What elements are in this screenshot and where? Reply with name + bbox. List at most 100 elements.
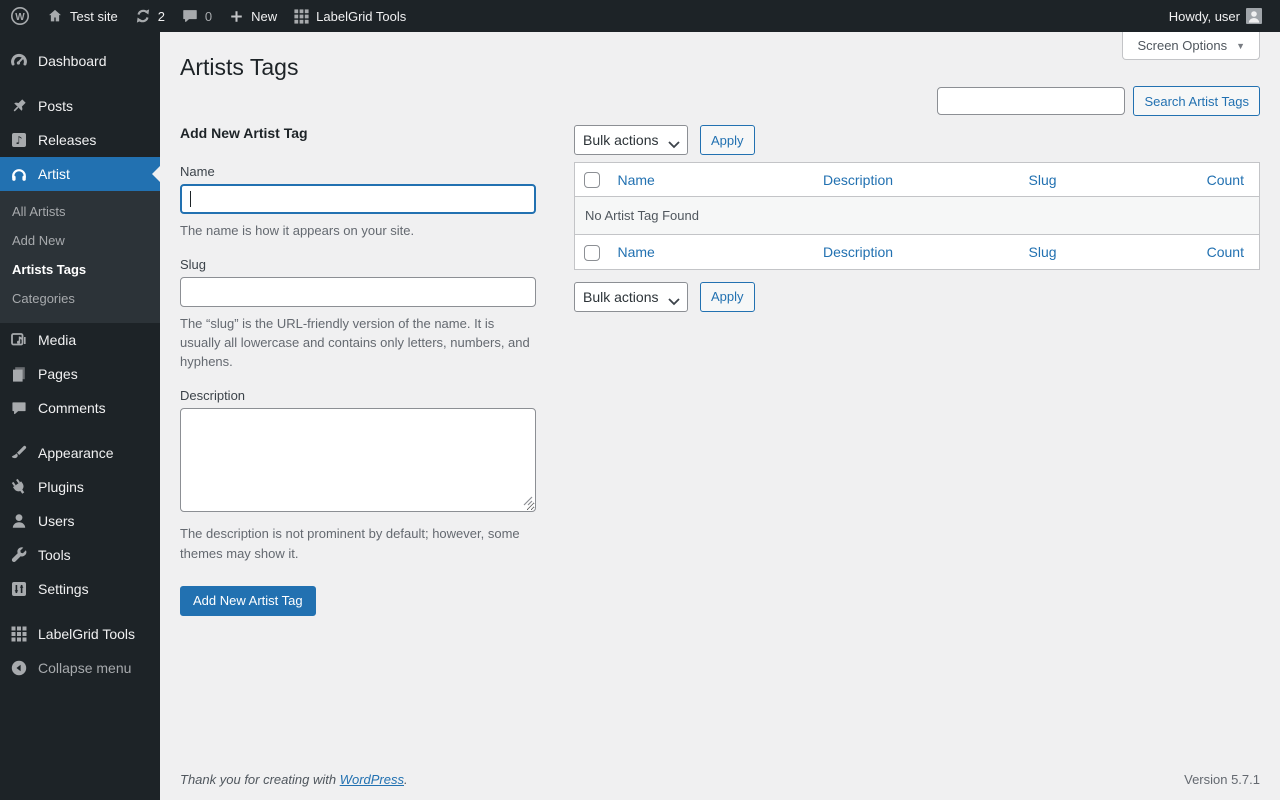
sidebar-item-posts[interactable]: Posts	[0, 89, 160, 123]
sidebar-item-all-artists[interactable]: All Artists	[0, 197, 160, 226]
updates-count: 2	[157, 8, 165, 24]
footer-thanks: Thank you for creating with WordPress.	[180, 772, 408, 787]
svg-text:♪: ♪	[15, 134, 22, 147]
sort-description-column[interactable]: Description	[823, 244, 893, 260]
sort-slug-column[interactable]: Slug	[1029, 172, 1057, 188]
search-artist-tags-button[interactable]: Search Artist Tags	[1133, 86, 1260, 116]
settings-sliders-icon	[9, 579, 29, 599]
sidebar-item-label: LabelGrid Tools	[38, 626, 136, 642]
admin-bar-left: W Test site 2 0 New LabelGrid Tools	[2, 0, 414, 32]
name-label: Name	[180, 164, 215, 179]
sidebar-item-appearance[interactable]: Appearance	[0, 436, 160, 470]
account-menu[interactable]: Howdy, user	[1161, 0, 1270, 32]
new-content-menu[interactable]: New	[220, 0, 285, 32]
sidebar-item-settings[interactable]: Settings	[0, 572, 160, 606]
collapse-menu-button[interactable]: Collapse menu	[0, 651, 160, 685]
media-icon	[9, 330, 29, 350]
sidebar-item-artists-tags[interactable]: Artists Tags	[0, 255, 160, 284]
sidebar-item-plugins[interactable]: Plugins	[0, 470, 160, 504]
table-footer-row: Name Description Slug Count	[574, 234, 1260, 270]
sort-name-column[interactable]: Name	[618, 172, 655, 188]
sidebar-item-releases[interactable]: ♪ Releases	[0, 123, 160, 157]
sidebar-item-label: Tools	[38, 547, 71, 563]
wordpress-logo-menu[interactable]: W	[2, 0, 38, 32]
sidebar-item-comments[interactable]: Comments	[0, 391, 160, 425]
menu-separator	[0, 425, 160, 436]
footer-version: Version 5.7.1	[1184, 772, 1260, 787]
user-icon	[9, 511, 29, 531]
sort-slug-column[interactable]: Slug	[1029, 244, 1057, 260]
music-note-icon: ♪	[9, 130, 29, 150]
updates-menu[interactable]: 2	[126, 0, 173, 32]
wordpress-link[interactable]: WordPress	[340, 772, 404, 787]
sort-name-column[interactable]: Name	[618, 244, 655, 260]
tags-list: Bulk actions Apply Name Description Slug…	[574, 125, 1260, 312]
sort-count-column[interactable]: Count	[1207, 172, 1244, 188]
description-label: Description	[180, 388, 246, 404]
wrench-icon	[9, 545, 29, 565]
bulk-actions-select[interactable]: Bulk actions	[574, 125, 688, 155]
sidebar-item-label: Dashboard	[38, 53, 107, 69]
headphones-icon	[9, 164, 29, 184]
select-all-checkbox[interactable]	[584, 172, 600, 189]
sidebar-item-label: Artist	[38, 166, 70, 182]
apply-button[interactable]: Apply	[700, 281, 755, 312]
pushpin-icon	[9, 96, 29, 116]
collapse-arrow-icon	[9, 658, 29, 678]
sidebar-item-media[interactable]: Media	[0, 323, 160, 357]
sidebar-item-label: Appearance	[38, 445, 114, 461]
paintbrush-icon	[9, 443, 29, 463]
admin-footer: Thank you for creating with WordPress. V…	[180, 756, 1260, 800]
bulk-actions-select[interactable]: Bulk actions	[574, 281, 688, 312]
comments-count: 0	[204, 8, 213, 24]
select-all-checkbox[interactable]	[584, 244, 600, 261]
labelgrid-tools-menu[interactable]: LabelGrid Tools	[285, 0, 414, 32]
admin-menu: Dashboard Posts ♪ Releases Artist All Ar…	[0, 32, 160, 800]
comment-bubble-icon	[9, 398, 29, 418]
slug-help-text: The “slug” is the URL-friendly version o…	[180, 316, 530, 370]
main-content: Screen Options ▼ Artists Tags Search Art…	[160, 32, 1280, 800]
sidebar-item-categories[interactable]: Categories	[0, 284, 160, 313]
site-name-menu[interactable]: Test site	[38, 0, 126, 32]
plus-icon	[228, 8, 245, 25]
sidebar-item-dashboard[interactable]: Dashboard	[0, 44, 160, 78]
comments-menu[interactable]: 0	[173, 0, 220, 32]
sidebar-item-label: Users	[38, 513, 75, 529]
apply-button[interactable]: Apply	[700, 125, 755, 155]
sidebar-item-label: Pages	[38, 366, 78, 382]
sidebar-item-add-new[interactable]: Add New	[0, 226, 160, 255]
wordpress-logo-icon: W	[10, 6, 30, 26]
sidebar-item-users[interactable]: Users	[0, 504, 160, 538]
page-title: Artists Tags	[180, 54, 299, 80]
search-input[interactable]	[937, 87, 1126, 115]
description-field[interactable]	[180, 408, 536, 513]
sidebar-item-label: Plugins	[38, 479, 84, 495]
avatar	[1246, 8, 1262, 24]
admin-bar: W Test site 2 0 New LabelGrid Tools Howd…	[0, 0, 1280, 32]
sidebar-item-label: Comments	[38, 400, 106, 416]
sort-count-column[interactable]: Count	[1207, 244, 1244, 260]
pages-icon	[9, 364, 29, 384]
empty-state-message: No Artist Tag Found	[574, 196, 1260, 235]
artist-tags-table: Name Description Slug Count No Artist Ta…	[574, 162, 1260, 270]
howdy-label: Howdy, user	[1168, 8, 1240, 24]
sidebar-item-label: Posts	[38, 98, 74, 114]
name-field[interactable]	[180, 184, 536, 214]
sidebar-item-artist[interactable]: Artist	[0, 157, 160, 191]
sidebar-item-label: Media	[38, 332, 77, 348]
add-new-artist-tag-button[interactable]: Add New Artist Tag	[180, 585, 316, 616]
plug-icon	[9, 477, 29, 497]
sidebar-item-pages[interactable]: Pages	[0, 357, 160, 391]
sidebar-item-labelgrid-tools[interactable]: LabelGrid Tools	[0, 617, 160, 651]
sidebar-item-tools[interactable]: Tools	[0, 538, 160, 572]
sort-description-column[interactable]: Description	[823, 172, 893, 188]
add-tag-form: Add New Artist Tag Name The name is how …	[180, 125, 536, 616]
new-label: New	[251, 8, 278, 24]
admin-bar-right: Howdy, user	[1161, 0, 1270, 32]
screen-options-label: Screen Options	[1137, 38, 1228, 53]
description-help-text: The description is not prominent by defa…	[180, 526, 520, 561]
bulk-actions-bottom: Bulk actions Apply	[574, 281, 1260, 312]
slug-field[interactable]	[180, 277, 536, 308]
screen-options-button[interactable]: Screen Options ▼	[1122, 32, 1260, 60]
empty-state-row: No Artist Tag Found	[574, 196, 1260, 235]
